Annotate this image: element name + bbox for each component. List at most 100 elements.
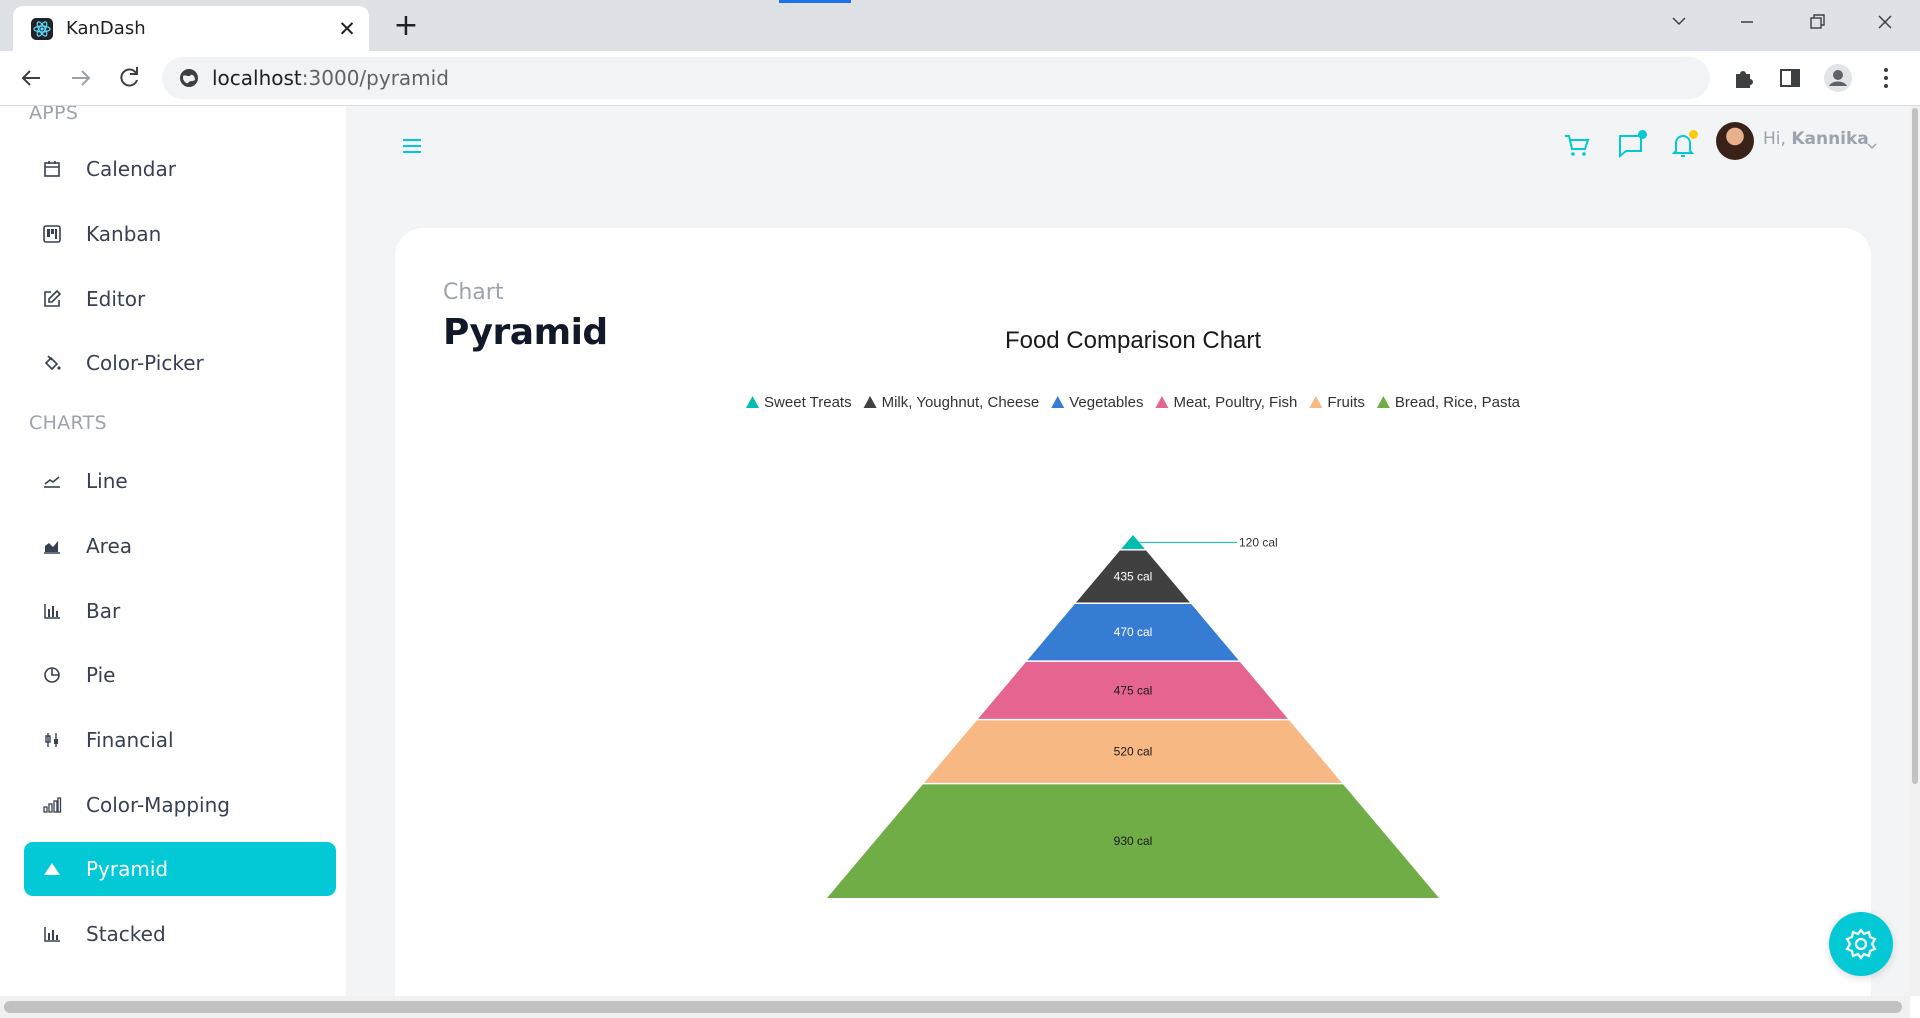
gear-icon <box>1845 928 1877 960</box>
chart-title: Food Comparison Chart <box>1005 327 1261 354</box>
horizontal-scrollbar-thumb[interactable] <box>4 1001 1902 1013</box>
legend-item-0[interactable]: Sweet Treats <box>746 394 852 411</box>
sidebar-item-line[interactable]: Line <box>24 454 336 508</box>
legend-item-4[interactable]: Fruits <box>1309 394 1365 411</box>
url-host: localhost <box>212 66 302 90</box>
vertical-scrollbar-thumb[interactable] <box>1912 108 1918 784</box>
legend-item-3[interactable]: Meat, Poultry, Fish <box>1155 394 1297 411</box>
legend-label-2: Vegetables <box>1069 394 1143 411</box>
legend-label-4: Fruits <box>1327 394 1365 411</box>
vertical-scrollbar[interactable] <box>1910 106 1920 996</box>
data-label-4: 520 cal <box>1114 745 1153 759</box>
menu-icon[interactable] <box>396 130 428 162</box>
close-window-icon[interactable] <box>1860 8 1910 36</box>
sidebar-item-label: Financial <box>86 728 174 752</box>
url-path: :3000/pyramid <box>301 66 449 90</box>
user-greeting[interactable]: Hi, Kannika <box>1763 129 1869 149</box>
restore-icon[interactable] <box>1792 8 1842 36</box>
bell-icon[interactable] <box>1666 128 1700 162</box>
chat-badge <box>1638 130 1647 139</box>
sidebar-heading-charts: CHARTS <box>29 412 107 434</box>
legend-marker-4 <box>1309 396 1323 408</box>
sidebar-item-stacked[interactable]: Stacked <box>24 907 336 961</box>
minimize-icon[interactable] <box>1722 8 1772 36</box>
sidebar-item-label: Color-Mapping <box>86 793 230 817</box>
sidebar-item-label: Stacked <box>86 922 166 946</box>
paint-bucket-icon <box>42 353 62 373</box>
sidebar-item-label: Calendar <box>86 157 176 181</box>
edit-icon <box>42 289 62 309</box>
sidebar-item-kanban[interactable]: Kanban <box>24 207 336 261</box>
avatar[interactable] <box>1716 122 1754 160</box>
sidebar-item-bar[interactable]: Bar <box>24 584 336 638</box>
side-panel-icon[interactable] <box>1774 62 1806 94</box>
sidebar-item-label: Editor <box>86 287 146 311</box>
pyramid-icon <box>42 859 62 879</box>
forward-arrow-icon[interactable] <box>64 61 98 95</box>
user-name: Kannika <box>1791 129 1869 149</box>
more-vert-icon[interactable] <box>1870 62 1902 94</box>
main-content: Hi, Kannika Chart Pyramid Food Compariso… <box>346 106 1910 996</box>
sidebar-item-pyramid[interactable]: Pyramid <box>24 842 336 896</box>
sidebar-item-financial[interactable]: Financial <box>24 713 336 767</box>
data-label-1: 435 cal <box>1114 570 1153 584</box>
data-label-5: 930 cal <box>1114 834 1153 848</box>
chat-icon[interactable] <box>1613 128 1647 162</box>
sidebar-item-color-mapping[interactable]: Color-Mapping <box>24 778 336 832</box>
sidebar-item-calendar[interactable]: Calendar <box>24 142 336 196</box>
settings-button[interactable] <box>1829 912 1893 976</box>
plus-icon[interactable]: + <box>390 10 422 42</box>
kanban-icon <box>42 224 62 244</box>
legend-marker-0 <box>746 396 760 408</box>
legend-item-2[interactable]: Vegetables <box>1051 394 1143 411</box>
close-icon[interactable]: ✕ <box>333 15 361 43</box>
legend-marker-2 <box>1051 396 1065 408</box>
legend-marker-3 <box>1155 396 1169 408</box>
line-chart-icon <box>42 471 62 491</box>
color-mapping-icon <box>42 795 62 815</box>
cart-icon[interactable] <box>1560 128 1594 162</box>
sidebar-item-area[interactable]: Area <box>24 519 336 573</box>
sidebar-item-editor[interactable]: Editor <box>24 272 336 326</box>
candlestick-icon <box>42 730 62 750</box>
legend-marker-5 <box>1376 396 1390 408</box>
sidebar-item-label: Color-Picker <box>86 351 204 375</box>
sidebar-item-label: Line <box>86 469 128 493</box>
browser-tab[interactable]: KanDash ✕ <box>13 6 369 51</box>
data-label-2: 470 cal <box>1114 625 1153 639</box>
chart-legend: Sweet Treats Milk, Youghnut, Cheese Vegeta… <box>746 394 1521 411</box>
legend-label-0: Sweet Treats <box>764 394 852 411</box>
sidebar-item-label: Pie <box>86 663 116 687</box>
browser-tab-bar: KanDash ✕ + <box>0 0 1920 51</box>
legend-item-5[interactable]: Bread, Rice, Pasta <box>1376 394 1521 411</box>
pyramid-chart: Food Comparison Chart Sweet Treats Milk, … <box>746 327 1521 898</box>
url-text: localhost:3000/pyramid <box>212 66 449 90</box>
extensions-icon[interactable] <box>1728 62 1760 94</box>
react-logo-icon <box>31 18 53 40</box>
tab-title: KanDash <box>66 18 146 39</box>
browser-toolbar: localhost:3000/pyramid <box>0 51 1920 106</box>
chart-card: Chart Pyramid Food Comparison Chart Swee… <box>395 228 1871 996</box>
sidebar-item-label: Area <box>86 534 133 558</box>
sidebar-item-pie[interactable]: Pie <box>24 648 336 702</box>
legend-label-3: Meat, Poultry, Fish <box>1173 394 1297 411</box>
legend-item-1[interactable]: Milk, Youghnut, Cheese <box>863 394 1040 411</box>
profile-icon[interactable] <box>1822 62 1854 94</box>
legend-label-1: Milk, Youghnut, Cheese <box>882 394 1040 411</box>
loading-indicator <box>779 0 851 3</box>
chevron-down-icon[interactable] <box>1654 8 1704 36</box>
sidebar-item-color-picker[interactable]: Color-Picker <box>24 336 336 390</box>
address-bar[interactable]: localhost:3000/pyramid <box>162 57 1710 99</box>
data-label-0: 120 cal <box>1239 535 1278 549</box>
area-chart-icon <box>42 536 62 556</box>
back-arrow-icon[interactable] <box>14 61 48 95</box>
sidebar: APPS Calendar Kanban Editor Color-Picker… <box>0 106 346 996</box>
pie-chart-icon <box>42 665 62 685</box>
calendar-icon <box>42 159 62 179</box>
stacked-chart-icon <box>42 924 62 944</box>
site-info-icon[interactable] <box>178 67 200 89</box>
chevron-down-icon[interactable] <box>1866 136 1878 150</box>
horizontal-scrollbar[interactable] <box>0 996 1910 1018</box>
reload-icon[interactable] <box>112 61 146 95</box>
sidebar-item-label: Bar <box>86 599 121 623</box>
